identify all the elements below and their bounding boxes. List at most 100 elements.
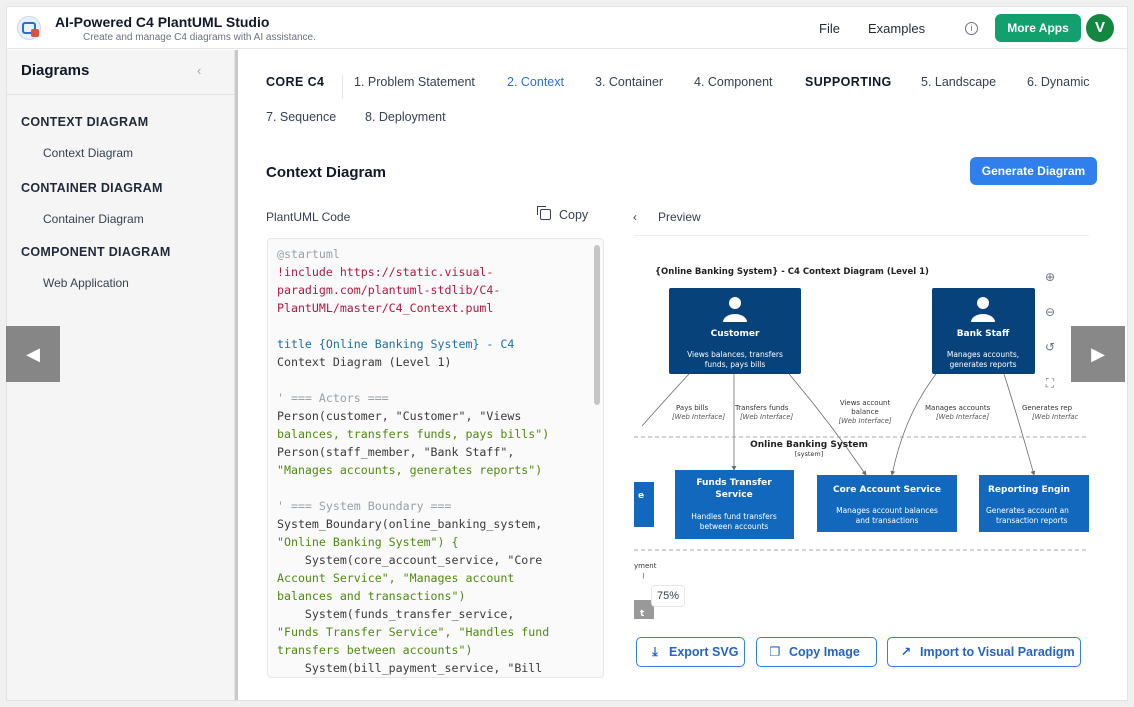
code-line: ' === Actors === bbox=[277, 391, 389, 405]
tab-context[interactable]: 2. Context bbox=[507, 75, 564, 89]
sidebar-item-container-diagram[interactable]: Container Diagram bbox=[43, 212, 144, 226]
tab-problem-statement[interactable]: 1. Problem Statement bbox=[354, 75, 475, 89]
tab-group-supporting: SUPPORTING bbox=[805, 75, 892, 89]
tab-component[interactable]: 4. Component bbox=[694, 75, 773, 89]
reporting-name: Reporting Engin bbox=[988, 485, 1070, 495]
tab-landscape[interactable]: 5. Landscape bbox=[921, 75, 996, 89]
code-line: "Online Banking System") { bbox=[277, 535, 459, 549]
system-partial-text: e bbox=[638, 491, 644, 501]
sidebar-section-component: COMPONENT DIAGRAM bbox=[21, 245, 171, 259]
user-avatar[interactable]: V bbox=[1086, 14, 1114, 42]
generate-diagram-button[interactable]: Generate Diagram bbox=[970, 157, 1097, 185]
carousel-prev-button[interactable]: ◀ bbox=[6, 326, 60, 382]
tab-dynamic[interactable]: 6. Dynamic bbox=[1027, 75, 1090, 89]
core-desc1: Manages account balances bbox=[836, 506, 938, 515]
copy-icon: ❐ bbox=[769, 645, 781, 659]
code-line: System_Boundary(online_banking_system, bbox=[277, 517, 543, 531]
menu-examples[interactable]: Examples bbox=[868, 21, 925, 36]
customer-desc2: funds, pays bills bbox=[705, 360, 766, 369]
edge-label: Transfers funds bbox=[734, 404, 789, 412]
code-line: System(funds_transfer_service, bbox=[277, 607, 515, 621]
copy-icon bbox=[537, 206, 551, 220]
reporting-desc2: transaction reports bbox=[996, 516, 1068, 525]
code-line: balances, transfers funds, pays bills") bbox=[277, 427, 550, 441]
section-title: Context Diagram bbox=[266, 164, 387, 181]
staff-desc2: generates reports bbox=[949, 360, 1016, 369]
code-line: title {Online Banking System} - C4 bbox=[277, 337, 515, 351]
edge-label: balance bbox=[851, 408, 879, 416]
reset-view-icon[interactable]: ↺ bbox=[1043, 340, 1057, 354]
code-line: Person(customer, "Customer", "Views bbox=[277, 409, 522, 423]
code-line: PlantUML/master/C4_Context.puml bbox=[277, 301, 494, 315]
chevron-left-icon[interactable]: ‹ bbox=[633, 210, 637, 224]
tab-sequence[interactable]: 7. Sequence bbox=[266, 110, 336, 124]
funds-desc2: between accounts bbox=[700, 522, 769, 531]
partial-label: ) bbox=[642, 572, 645, 580]
info-icon[interactable]: i bbox=[965, 22, 978, 35]
customer-name: Customer bbox=[711, 329, 760, 339]
sidebar-section-context: CONTEXT DIAGRAM bbox=[21, 115, 149, 129]
reporting-desc1: Generates account an bbox=[986, 506, 1069, 515]
code-line: @startuml bbox=[277, 247, 340, 261]
download-icon: ⤓ bbox=[652, 645, 658, 659]
edge-label: [Web Interfac bbox=[1032, 413, 1079, 421]
partial-label: yment bbox=[634, 562, 657, 570]
edge-label: Manages accounts bbox=[925, 404, 991, 412]
sidebar-item-context-diagram[interactable]: Context Diagram bbox=[43, 146, 133, 160]
sidebar-divider bbox=[7, 94, 235, 95]
fit-screen-icon[interactable]: ⛶ bbox=[1043, 376, 1057, 391]
code-line: Account Service", "Manages account bbox=[277, 571, 515, 585]
menu-file[interactable]: File bbox=[819, 21, 840, 36]
edge-label: [Web Interface] bbox=[672, 413, 725, 421]
app-window: AI-Powered C4 PlantUML Studio Create and… bbox=[6, 6, 1128, 701]
more-apps-button[interactable]: More Apps bbox=[995, 14, 1081, 42]
funds-name1: Funds Transfer bbox=[696, 478, 772, 488]
chevron-left-icon[interactable]: ‹ bbox=[197, 63, 201, 78]
external-link-icon: ↗ bbox=[900, 645, 912, 659]
staff-name: Bank Staff bbox=[957, 329, 1010, 339]
copy-image-button[interactable]: ❐ Copy Image bbox=[756, 637, 877, 667]
code-line: "Funds Transfer Service", "Handles fund bbox=[277, 625, 550, 639]
sidebar-item-web-application[interactable]: Web Application bbox=[43, 276, 129, 290]
tab-deployment[interactable]: 8. Deployment bbox=[365, 110, 446, 124]
code-line: transfers between accounts") bbox=[277, 643, 473, 657]
zoom-level-badge: 75% bbox=[651, 585, 685, 607]
code-line: balances and transactions") bbox=[277, 589, 466, 603]
panel-splitter[interactable] bbox=[235, 50, 238, 700]
code-line: "Manages accounts, generates reports") bbox=[277, 463, 543, 477]
copy-image-label: Copy Image bbox=[789, 645, 860, 659]
person-icon bbox=[977, 297, 989, 309]
sidebar-section-container: CONTAINER DIAGRAM bbox=[21, 181, 163, 195]
partial-person-text: t bbox=[640, 609, 645, 619]
app-subtitle: Create and manage C4 diagrams with AI as… bbox=[83, 32, 316, 43]
carousel-next-button[interactable]: ▶ bbox=[1071, 326, 1125, 382]
zoom-out-icon[interactable]: ⊖ bbox=[1043, 305, 1057, 319]
tab-separator bbox=[342, 75, 343, 99]
customer-desc1: Views balances, transfers bbox=[687, 350, 783, 359]
relation-generates-reports bbox=[1003, 373, 1036, 476]
code-scrollbar[interactable] bbox=[594, 245, 600, 405]
copy-label: Copy bbox=[559, 208, 589, 222]
export-svg-button[interactable]: ⤓ Export SVG bbox=[636, 637, 745, 667]
import-visual-paradigm-button[interactable]: ↗ Import to Visual Paradigm bbox=[887, 637, 1081, 667]
diagram-preview[interactable]: {Online Banking System} - C4 Context Dia… bbox=[634, 235, 1089, 619]
code-line: ' === System Boundary === bbox=[277, 499, 452, 513]
app-logo-icon bbox=[17, 16, 41, 40]
code-editor[interactable]: @startuml !include https://static.visual-… bbox=[267, 238, 604, 678]
copy-code-button[interactable]: Copy bbox=[537, 206, 589, 222]
boundary-name: Online Banking System bbox=[750, 440, 868, 450]
edge-label: [Web Interface] bbox=[838, 417, 891, 425]
core-desc2: and transactions bbox=[856, 516, 919, 525]
tab-container[interactable]: 3. Container bbox=[595, 75, 663, 89]
system-partial-left[interactable] bbox=[634, 482, 654, 527]
code-line: Person(staff_member, "Bank Staff", bbox=[277, 445, 515, 459]
top-header: AI-Powered C4 PlantUML Studio Create and… bbox=[7, 7, 1127, 49]
zoom-in-icon[interactable]: ⊕ bbox=[1043, 270, 1057, 284]
boundary-type: [system] bbox=[795, 450, 824, 458]
import-vp-label: Import to Visual Paradigm bbox=[920, 645, 1075, 659]
code-line: Context Diagram (Level 1) bbox=[277, 355, 452, 369]
edge-label: [Web Interface] bbox=[936, 413, 989, 421]
edge-label: Views account bbox=[840, 399, 891, 407]
